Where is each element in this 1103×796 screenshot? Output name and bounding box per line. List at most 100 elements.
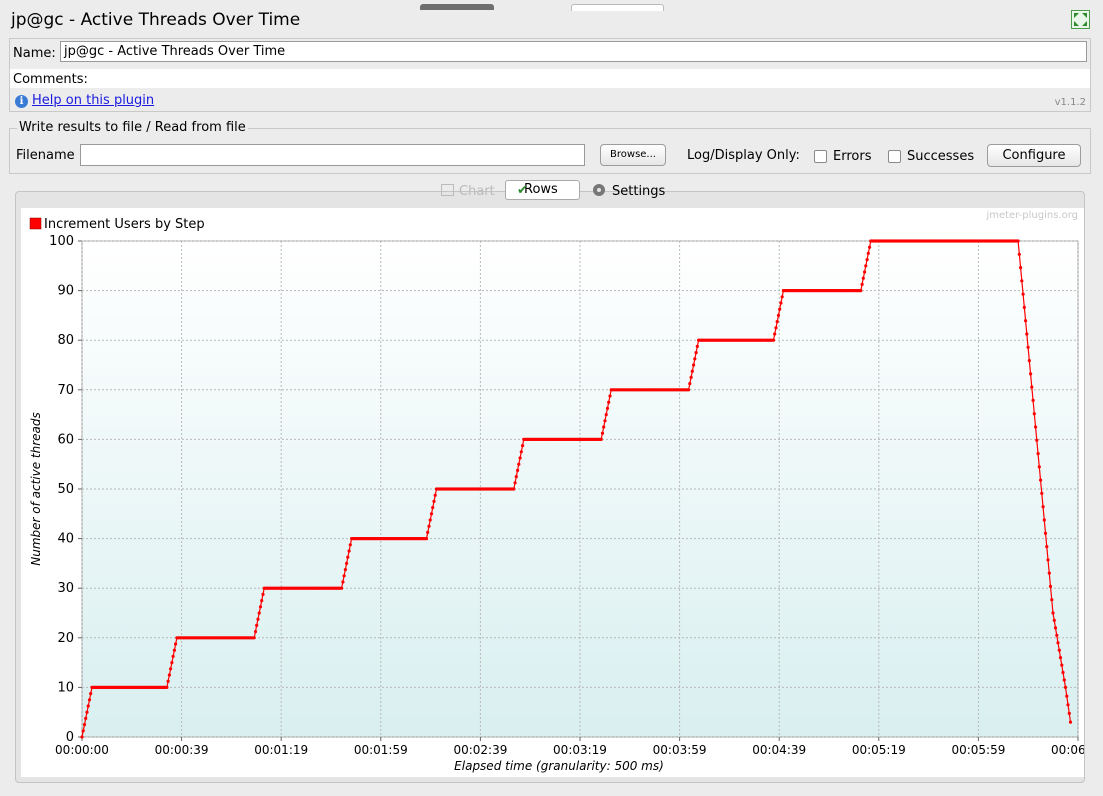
active-threads-chart: 010203040506070809010000:00:00 00:00:39 00… xyxy=(29,210,1103,773)
x-tick-label: 00:00:39 xyxy=(155,743,209,757)
series-point xyxy=(1060,663,1064,667)
series-point xyxy=(1031,398,1035,402)
series-point xyxy=(172,648,176,652)
series-point xyxy=(1035,438,1039,442)
series-point xyxy=(345,561,349,565)
series-point xyxy=(866,251,870,255)
expand-icon[interactable] xyxy=(1071,10,1090,29)
series-point xyxy=(1066,703,1070,707)
series-point xyxy=(519,450,523,454)
legend-label: Increment Users by Step xyxy=(44,217,205,232)
series-point xyxy=(431,506,435,510)
series-point xyxy=(688,382,692,386)
x-tick-label: 00:04:39 xyxy=(752,743,806,757)
info-icon: i xyxy=(15,95,28,108)
series-point xyxy=(169,667,173,671)
series-point xyxy=(689,375,693,379)
series-point xyxy=(1046,558,1050,562)
series-point xyxy=(165,685,169,689)
series-point xyxy=(1024,319,1028,323)
series-point xyxy=(171,654,175,658)
series-point xyxy=(774,326,778,330)
series-point xyxy=(340,586,344,590)
y-tick-label: 50 xyxy=(57,482,74,497)
series-point xyxy=(779,301,783,305)
version-label: v1.1.2 xyxy=(1054,97,1086,108)
series-point xyxy=(81,729,85,733)
series-point xyxy=(432,499,436,503)
series-point xyxy=(1042,518,1046,522)
tab-chart[interactable]: Chart xyxy=(459,182,495,201)
series-point xyxy=(1016,239,1020,243)
series-point xyxy=(775,320,779,324)
series-point xyxy=(1026,345,1030,349)
series-point xyxy=(252,636,256,640)
series-point xyxy=(690,369,694,373)
series-point xyxy=(1050,598,1054,602)
series-point xyxy=(861,276,865,280)
x-tick-label: 00:05:19 xyxy=(852,743,906,757)
y-axis-label: Number of active threads xyxy=(29,412,43,566)
series-point xyxy=(694,351,698,355)
series-point xyxy=(166,679,170,683)
series-point xyxy=(1048,584,1053,588)
y-tick-label: 20 xyxy=(57,631,74,646)
series-point xyxy=(82,723,87,727)
series-point xyxy=(1068,720,1073,724)
series-point xyxy=(518,456,522,460)
comments-label: Comments: xyxy=(13,72,88,87)
browse-button[interactable]: Browse... xyxy=(600,144,666,166)
x-tick-label: 00:02:39 xyxy=(453,743,507,757)
configure-button[interactable]: Configure xyxy=(987,144,1081,167)
y-tick-label: 30 xyxy=(57,581,74,596)
series-point xyxy=(771,338,776,342)
series-point xyxy=(427,524,431,528)
series-point xyxy=(602,425,606,429)
x-axis-label: Elapsed time (granularity: 500 ms) xyxy=(454,759,664,773)
series-point xyxy=(429,512,434,516)
tab-settings[interactable]: Settings xyxy=(612,182,665,201)
successes-checkbox[interactable] xyxy=(888,150,901,163)
comments-field[interactable] xyxy=(10,69,1090,88)
series-point xyxy=(167,673,171,677)
series-point xyxy=(433,493,437,497)
watermark: jmeter-plugins.org xyxy=(985,210,1078,221)
series-point xyxy=(1027,359,1031,363)
series-point xyxy=(1067,711,1071,715)
series-point xyxy=(1062,678,1066,682)
series-point xyxy=(1017,252,1021,256)
legend-swatch xyxy=(29,217,42,230)
series-point xyxy=(692,363,696,367)
series-point xyxy=(1061,670,1065,675)
series-point xyxy=(346,555,350,559)
series-point xyxy=(1047,571,1051,575)
series-point xyxy=(1055,633,1059,637)
help-link[interactable]: Help on this plugin xyxy=(32,93,154,108)
series-point xyxy=(85,710,89,714)
y-tick-label: 60 xyxy=(57,432,74,447)
name-field[interactable]: jp@gc - Active Threads Over Time xyxy=(60,41,1087,62)
series-point xyxy=(512,487,516,491)
series-point xyxy=(600,431,605,435)
series-point xyxy=(780,295,784,299)
y-tick-label: 10 xyxy=(57,680,74,695)
series-point xyxy=(1043,531,1048,535)
check-icon: ✔ xyxy=(517,183,528,198)
filename-label: Filename xyxy=(16,148,75,163)
name-label: Name: xyxy=(13,46,56,61)
series-point xyxy=(174,642,178,646)
series-point xyxy=(1058,656,1063,660)
window-tab-handle-secondary[interactable] xyxy=(571,4,664,11)
window-tab-handle[interactable] xyxy=(420,4,494,10)
x-tick-label: 00:05:59 xyxy=(951,743,1005,757)
series-point xyxy=(513,481,517,485)
series-point xyxy=(343,568,347,572)
series-point xyxy=(1022,305,1026,309)
errors-checkbox[interactable] xyxy=(814,150,827,163)
series-point xyxy=(516,468,520,472)
series-point xyxy=(868,245,872,249)
series-point xyxy=(1045,545,1049,549)
filename-input[interactable] xyxy=(80,144,585,166)
successes-label: Successes xyxy=(907,149,975,164)
log-display-label: Log/Display Only: xyxy=(687,148,800,163)
